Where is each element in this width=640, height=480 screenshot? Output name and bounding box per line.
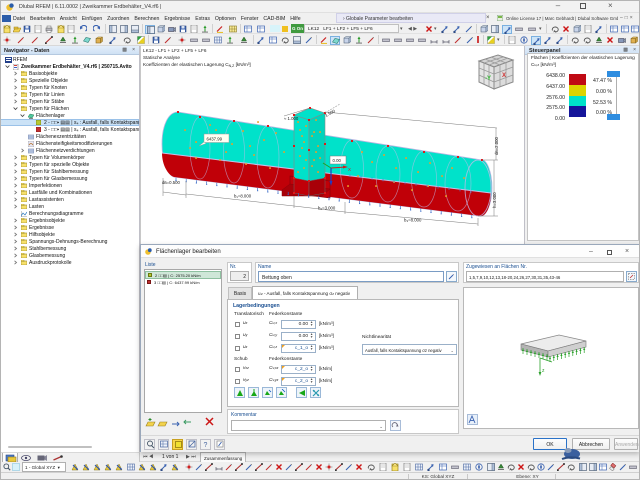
svg-text:-Y: -Y <box>485 76 491 82</box>
svg-text:≈ 1.000: ≈ 1.000 <box>284 116 299 121</box>
svg-text:X: X <box>348 167 351 172</box>
svg-text:z: z <box>542 368 545 374</box>
svg-text:?: ? <box>203 442 207 449</box>
svg-text:h=3.000: h=3.000 <box>492 192 497 208</box>
svg-text:dʙ=2.000: dʙ=2.000 <box>494 136 499 155</box>
svg-text:1.500: 1.500 <box>324 108 336 118</box>
svg-text:0.00: 0.00 <box>333 158 342 163</box>
svg-text:b₁=8.000: b₁=8.000 <box>234 194 252 199</box>
svg-text:X: X <box>502 73 506 79</box>
svg-text:6437.99: 6437.99 <box>207 137 223 142</box>
svg-text:dʙ=0.500: dʙ=0.500 <box>162 180 181 185</box>
svg-text:b₂=3.000: b₂=3.000 <box>318 206 336 211</box>
svg-text:b₃=8.000: b₃=8.000 <box>404 218 422 223</box>
